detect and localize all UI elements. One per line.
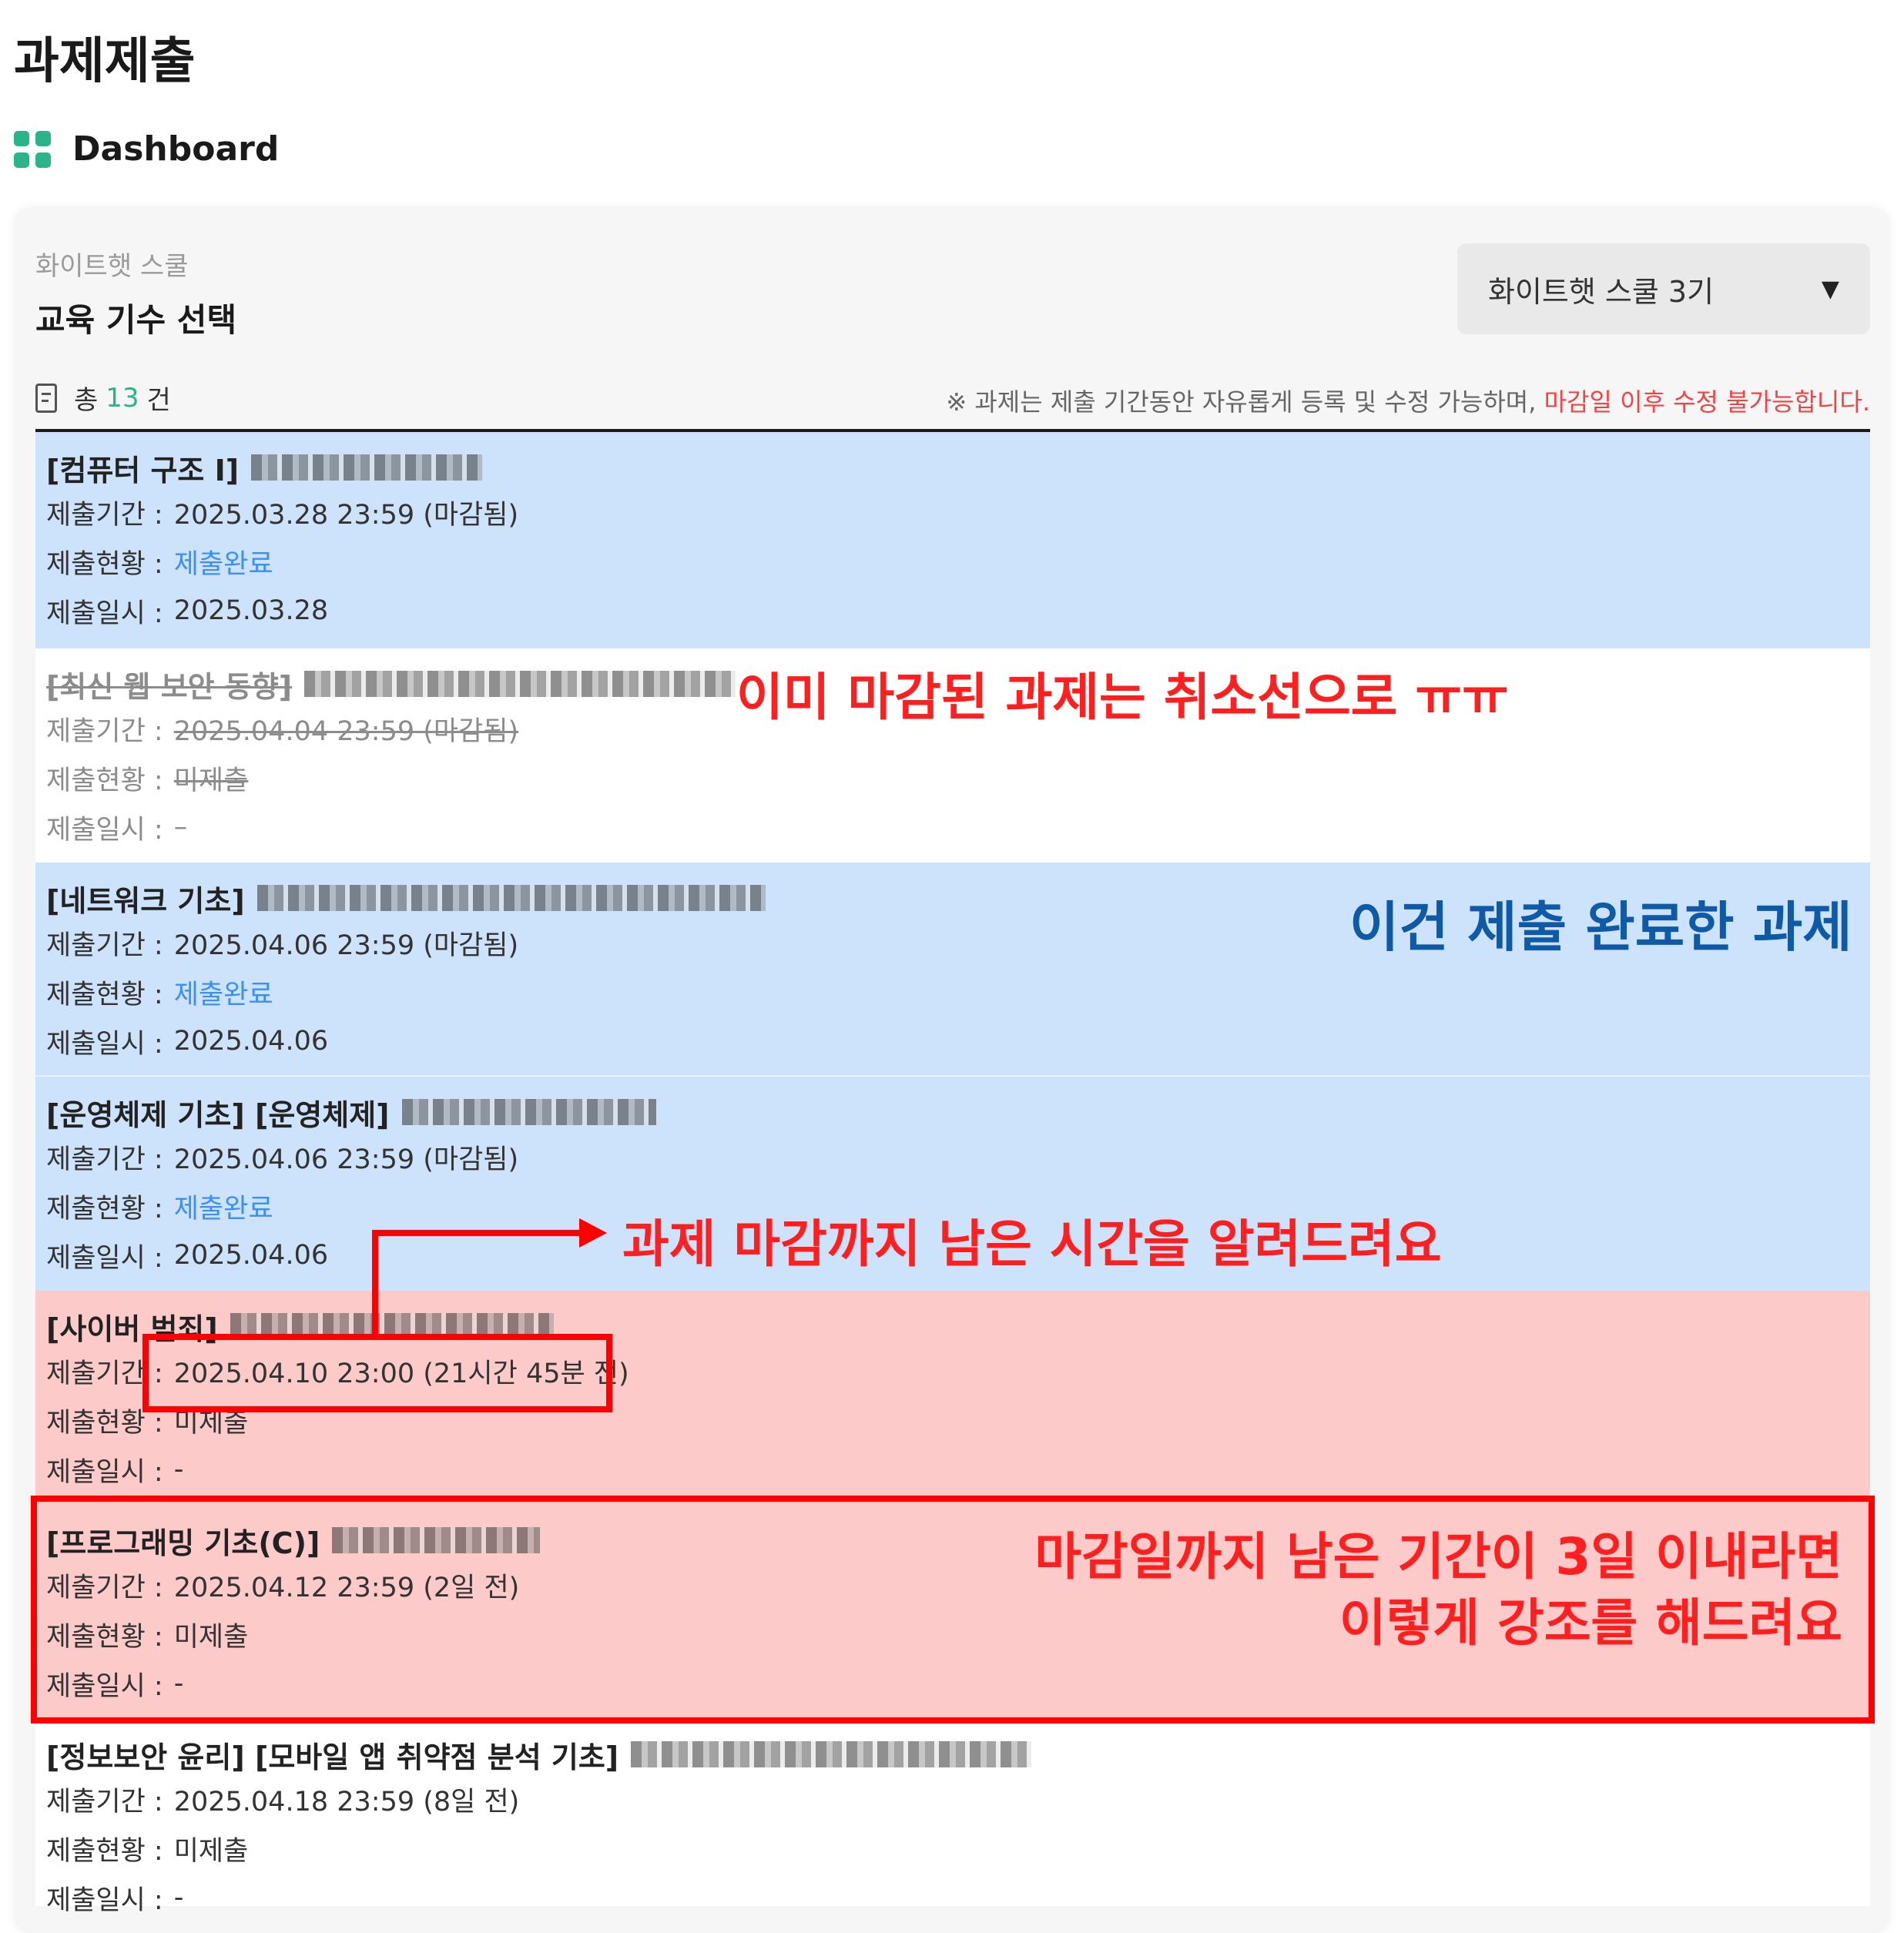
date-row: 제출일시 :- (46, 1445, 1859, 1494)
redacted-text (304, 671, 736, 697)
closed-annotation: 이미 마감된 과제는 취소선으로 ㅠㅠ (736, 668, 1509, 727)
arrow-line-horizontal (372, 1230, 582, 1236)
status-label: 제출현황 : (46, 979, 163, 1010)
count-prefix: 총 (74, 385, 99, 416)
date-label: 제출일시 : (46, 1028, 163, 1060)
period-value: 2025.04.18 23:59 (8일 전) (173, 1786, 520, 1817)
period-label: 제출기간 : (46, 1144, 163, 1175)
redacted-text (401, 1099, 656, 1125)
date-value: - (173, 1454, 184, 1485)
redacted-text (631, 1741, 1032, 1767)
redacted-text (256, 885, 766, 911)
notice-text: ※ 과제는 제출 기간동안 자유롭게 등록 및 수정 가능하며, (946, 387, 1537, 417)
status-value: 미제출 (173, 765, 249, 796)
date-label: 제출일시 : (46, 1242, 163, 1274)
edit-notice: ※ 과제는 제출 기간동안 자유롭게 등록 및 수정 가능하며, 마감일 이후 … (946, 383, 1870, 418)
urgent-annotation-line2: 이렇게 강조를 해드려요 (1339, 1593, 1842, 1653)
date-row: 제출일시 : 2025.04.06 (46, 1017, 1859, 1066)
date-row: 제출일시 :- (46, 1873, 1859, 1922)
cohort-select[interactable]: 화이트햇 스쿨 3기 ▼ (1457, 243, 1870, 334)
dropdown-caret-icon: ▼ (1821, 275, 1839, 303)
org-name: 화이트햇 스쿨 (35, 251, 189, 282)
status-row: 제출현황 : 미제출 (46, 1824, 1859, 1873)
period-row: 제출기간 : 2025.04.06 23:59 (마감됨) (46, 1132, 1859, 1181)
document-icon (35, 383, 57, 413)
page-title: 과제제출 (14, 33, 196, 90)
date-row: 제출일시 : – (46, 802, 1859, 852)
status-value: 제출완료 (173, 979, 273, 1010)
time-annotation: 과제 마감까지 남은 시간을 알려드려요 (622, 1214, 1442, 1274)
cohort-label: 교육 기수 선택 (35, 301, 237, 339)
status-label: 제출현황 : (46, 1193, 163, 1224)
dashboard-link[interactable]: Dashboard (14, 129, 279, 169)
date-label: 제출일시 : (46, 814, 163, 846)
date-label: 제출일시 : (46, 598, 163, 629)
title-text: [최신 웹 보안 동향] (46, 669, 293, 704)
status-value: 제출완료 (173, 1193, 273, 1224)
title-text: [운영체제 기초] [운영체제] (46, 1097, 390, 1132)
title-text: [컴퓨터 구조 I] (46, 453, 240, 487)
highlight-box-deadline (142, 1334, 612, 1412)
assignment-title: [컴퓨터 구조 I] (46, 447, 1859, 487)
dashboard-label: Dashboard (72, 129, 280, 169)
arrow-head-icon (579, 1218, 607, 1248)
status-value: 미제출 (173, 1835, 249, 1867)
notice-warning: 마감일 이후 수정 불가능합니다. (1544, 387, 1870, 417)
count-number: 13 (106, 382, 139, 414)
period-value: 2025.04.04 23:59 (마감됨) (173, 715, 519, 747)
period-row: 제출기간 : 2025.04.18 23:59 (8일 전) (46, 1774, 1859, 1824)
assignment-item[interactable]: [컴퓨터 구조 I] 제출기간 :2025.03.28 23:59 (마감됨) … (35, 432, 1870, 648)
status-label: 제출현황 : (46, 765, 163, 796)
status-value: 제출완료 (173, 548, 273, 580)
status-row: 제출현황 : 제출완료 (46, 537, 1859, 586)
status-row: 제출현황 : 제출완료 (46, 967, 1859, 1017)
done-annotation: 이건 제출 완료한 과제 (1349, 896, 1852, 959)
date-value: - (173, 1882, 184, 1913)
date-row: 제출일시 : 2025.03.28 (46, 586, 1859, 635)
period-value: 2025.03.28 23:59 (마감됨) (173, 499, 519, 531)
arrow-line-vertical (372, 1230, 378, 1338)
assignment-title: [운영체제 기초] [운영체제] (46, 1092, 1859, 1132)
assignment-count: 총 13 건 (35, 379, 171, 417)
date-label: 제출일시 : (46, 1884, 163, 1916)
date-value: 2025.03.28 (173, 595, 329, 626)
period-row: 제출기간 : 2025.03.28 23:59 (마감됨) (46, 487, 1859, 537)
assignment-title: [정보보안 윤리] [모바일 앱 취약점 분석 기초] (46, 1734, 1859, 1774)
redacted-text (251, 454, 483, 481)
assignment-item[interactable]: [정보보안 윤리] [모바일 앱 취약점 분석 기초] 제출기간 : 2025.0… (35, 1719, 1870, 1916)
period-value: 2025.04.06 23:59 (마감됨) (173, 1144, 519, 1175)
period-label: 제출기간 : (46, 715, 163, 747)
title-text: [정보보안 윤리] [모바일 앱 취약점 분석 기초] (46, 1740, 619, 1774)
period-label: 제출기간 : (46, 499, 163, 531)
period-label: 제출기간 : (46, 1786, 163, 1817)
dashboard-grid-icon (14, 130, 51, 168)
date-label: 제출일시 : (46, 1456, 163, 1488)
title-text: [네트워크 기초] (46, 883, 245, 918)
date-value: 2025.04.06 (173, 1026, 329, 1057)
count-suffix: 건 (146, 385, 171, 416)
urgent-annotation-line1: 마감일까지 남은 기간이 3일 이내라면 (1034, 1527, 1842, 1586)
date-value: 2025.04.06 (173, 1240, 329, 1271)
cohort-select-value: 화이트햇 스쿨 3기 (1488, 274, 1715, 309)
date-value: – (173, 812, 188, 843)
status-label: 제출현황 : (46, 548, 163, 580)
status-label: 제출현황 : (46, 1835, 163, 1867)
status-row: 제출현황 : 미제출 (46, 753, 1859, 802)
period-label: 제출기간 : (46, 930, 163, 961)
period-value: 2025.04.06 23:59 (마감됨) (173, 930, 519, 961)
